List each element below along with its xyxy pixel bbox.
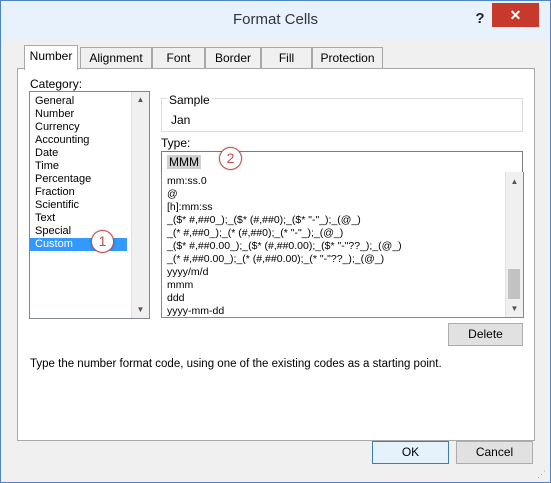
format-list-scrollbar[interactable]: ▲ ▼ xyxy=(505,172,523,317)
tab-fill[interactable]: Fill xyxy=(261,47,312,68)
close-icon: ✕ xyxy=(509,7,522,23)
type-label: Type: xyxy=(161,136,191,150)
format-code-item[interactable]: yyyy/m/d xyxy=(162,266,523,279)
annotation-badge-2: 2 xyxy=(219,147,242,170)
delete-button[interactable]: Delete xyxy=(448,323,523,346)
scroll-down-icon[interactable]: ▼ xyxy=(132,302,149,318)
ok-button[interactable]: OK xyxy=(372,441,449,464)
annotation-badge-1: 1 xyxy=(91,230,114,253)
scroll-up-icon[interactable]: ▲ xyxy=(132,92,149,108)
category-list[interactable]: General Number Currency Accounting Date … xyxy=(29,91,150,319)
hint-text: Type the number format code, using one o… xyxy=(30,358,442,370)
scroll-up-icon[interactable]: ▲ xyxy=(506,174,523,190)
sample-value: Jan xyxy=(171,113,191,127)
format-code-item[interactable]: yyyy-mm-dd xyxy=(162,305,523,317)
scroll-down-icon[interactable]: ▼ xyxy=(506,301,523,317)
format-code-item[interactable]: mmm xyxy=(162,279,523,292)
format-code-list[interactable]: mm:ss.0 @ [h]:mm:ss _($* #,##0_);_($* (#… xyxy=(161,172,524,318)
format-code-item[interactable]: [h]:mm:ss xyxy=(162,201,523,214)
sample-label: Sample xyxy=(167,93,212,107)
type-input[interactable]: MMM xyxy=(161,151,523,173)
tab-protection[interactable]: Protection xyxy=(312,47,383,68)
tab-font[interactable]: Font xyxy=(152,47,205,68)
format-code-item[interactable]: ddd xyxy=(162,292,523,305)
format-code-item[interactable]: mm:ss.0 xyxy=(162,175,523,188)
format-cells-dialog: Format Cells ? ✕ Number Alignment Font B… xyxy=(0,0,551,483)
tab-alignment[interactable]: Alignment xyxy=(80,47,152,68)
close-button[interactable]: ✕ xyxy=(492,3,539,27)
tab-number[interactable]: Number xyxy=(24,45,78,70)
format-code-item[interactable]: @ xyxy=(162,188,523,201)
format-code-item[interactable]: _(* #,##0_);_(* (#,##0);_(* "-"_);_(@_) xyxy=(162,227,523,240)
format-code-item[interactable]: _(* #,##0.00_);_(* (#,##0.00);_(* "-"??_… xyxy=(162,253,523,266)
category-scrollbar[interactable]: ▲ ▼ xyxy=(131,92,149,318)
title-bar: Format Cells ? ✕ xyxy=(1,1,550,39)
resize-grip-icon[interactable]: ⋰ xyxy=(537,469,547,479)
scrollbar-thumb[interactable] xyxy=(508,269,520,299)
dialog-title: Format Cells xyxy=(232,11,318,28)
help-button[interactable]: ? xyxy=(469,8,491,30)
cancel-button[interactable]: Cancel xyxy=(456,441,533,464)
sample-group xyxy=(161,98,523,132)
format-code-item[interactable]: _($* #,##0_);_($* (#,##0);_($* "-"_);_(@… xyxy=(162,214,523,227)
tab-border[interactable]: Border xyxy=(205,47,261,68)
format-code-item[interactable]: _($* #,##0.00_);_($* (#,##0.00);_($* "-"… xyxy=(162,240,523,253)
type-input-value: MMM xyxy=(167,155,201,169)
category-label: Category: xyxy=(30,77,83,91)
